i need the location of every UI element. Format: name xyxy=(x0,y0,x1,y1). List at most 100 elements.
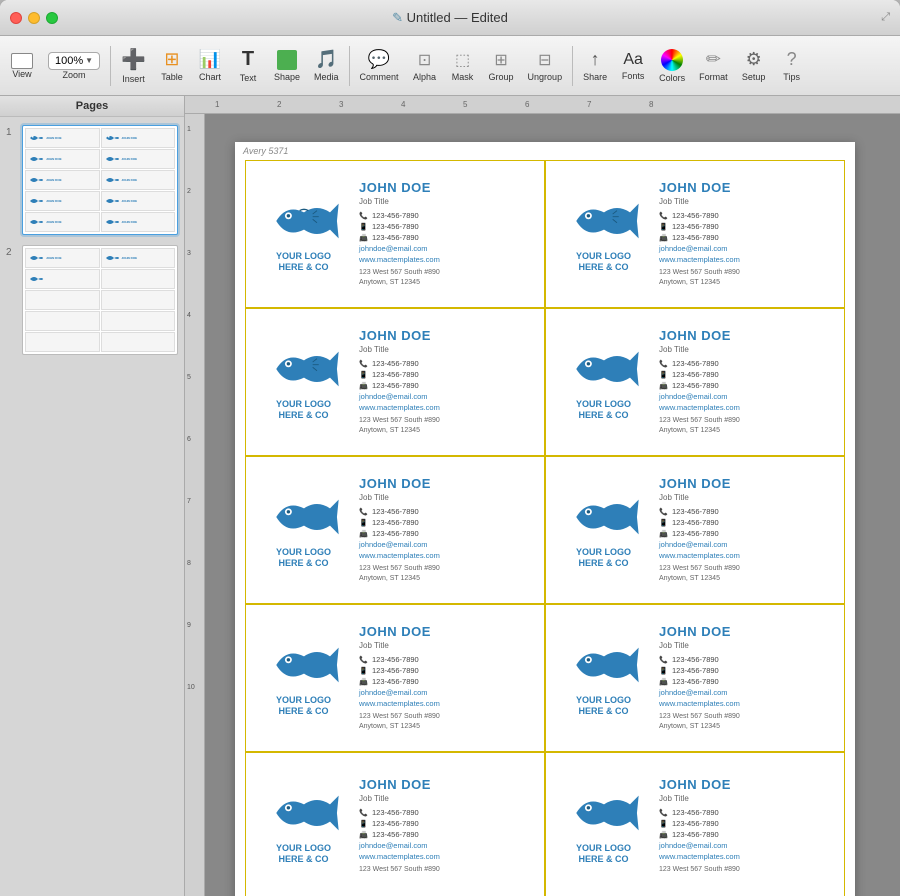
business-card-4[interactable]: YOUR LOGOHERE & CO JOHN DOE Job Title 📞1… xyxy=(545,308,845,456)
business-card-5[interactable]: YOUR LOGOHERE & CO JOHN DOE Job Title 📞1… xyxy=(245,456,545,604)
card-left-6: YOUR LOGOHERE & CO xyxy=(556,491,651,569)
zoom-display[interactable]: 100% ▼ xyxy=(48,52,100,70)
ruler-mark-1: 1 xyxy=(215,100,277,109)
page-thumbnail-1[interactable]: JOHN DOE JOHN DOE JOHN DOE xyxy=(22,125,178,235)
card-phone2-3: 📱123-456-7890 xyxy=(359,370,534,379)
setup-button[interactable]: ⚙ Setup xyxy=(736,45,772,86)
fullscreen-icon[interactable]: ⤢ xyxy=(881,11,890,24)
mask-button[interactable]: ⬚ Mask xyxy=(445,46,481,86)
card-phone2-2: 📱123-456-7890 xyxy=(659,222,834,231)
business-card-3[interactable]: YOUR LOGOHERE & CO JOHN DOE Job Title 📞1… xyxy=(245,308,545,456)
fax-icon-7: 📠 xyxy=(359,678,369,686)
fish-logo-4 xyxy=(568,343,640,395)
sidebar-pages[interactable]: 1 JOHN DOE JOHN DOE xyxy=(0,117,184,896)
business-card-10[interactable]: YOUR LOGOHERE & CO JOHN DOE Job Title 📞1… xyxy=(545,752,845,896)
card-job-5: Job Title xyxy=(359,493,534,502)
thumb-card: JOHN DOE xyxy=(25,128,100,148)
fax-icon-6: 📠 xyxy=(659,530,669,538)
page-thumb-1[interactable]: 1 JOHN DOE JOHN DOE xyxy=(6,125,178,235)
thumb-card xyxy=(25,332,100,352)
business-card-8[interactable]: YOUR LOGOHERE & CO JOHN DOE Job Title 📞1… xyxy=(545,604,845,752)
ruler-v-9: 9 xyxy=(187,622,191,629)
logo-text-3: YOUR LOGOHERE & CO xyxy=(276,399,331,421)
card-phone3-7: 📠123-456-7890 xyxy=(359,677,534,686)
thumb-card: JOHN DOE xyxy=(101,212,176,232)
close-button[interactable] xyxy=(10,12,22,24)
fullscreen-button[interactable] xyxy=(46,12,58,24)
tips-button[interactable]: ? Tips xyxy=(774,45,810,86)
mobile-icon-7: 📱 xyxy=(359,667,369,675)
minimize-button[interactable] xyxy=(28,12,40,24)
business-card-9[interactable]: YOUR LOGOHERE & CO JOHN DOE Job Title 📞1… xyxy=(245,752,545,896)
cards-grid: YOUR LOGOHERE & CO JOHN DOE Job Title 📞 … xyxy=(235,160,855,896)
chart-button[interactable]: 📊 Chart xyxy=(192,45,228,86)
mobile-icon-2: 📱 xyxy=(659,223,669,231)
document-page: Avery 5371 xyxy=(235,142,855,896)
card-phone2-5: 📱123-456-7890 xyxy=(359,518,534,527)
card-website-5: www.mactemplates.com xyxy=(359,551,534,560)
card-phone3-10: 📠123-456-7890 xyxy=(659,830,834,839)
ruler-v-1: 1 xyxy=(187,126,191,133)
card-email-5: johndoe@email.com xyxy=(359,540,534,549)
fax-icon-4: 📠 xyxy=(659,382,669,390)
business-card-1[interactable]: YOUR LOGOHERE & CO JOHN DOE Job Title 📞 … xyxy=(245,160,545,308)
text-button[interactable]: T Text xyxy=(230,44,266,87)
format-button[interactable]: ✏ Format xyxy=(693,45,734,86)
thumb-card: JOHN DOE xyxy=(101,128,176,148)
thumb-card xyxy=(101,269,176,289)
card-phone3-3: 📠123-456-7890 xyxy=(359,381,534,390)
thumb-card xyxy=(101,311,176,331)
table-button[interactable]: ⊞ Table xyxy=(154,45,190,86)
group-button[interactable]: ⊞ Group xyxy=(483,46,520,86)
share-button[interactable]: ↑ Share xyxy=(577,45,613,86)
fish-logo-10 xyxy=(568,787,640,839)
phone-icon-5: 📞 xyxy=(359,508,369,516)
canvas-area[interactable]: 1 2 3 4 5 6 7 8 1 2 3 4 5 6 xyxy=(185,96,900,896)
ruler-v-8: 8 xyxy=(187,560,191,567)
thumb-card: JOHN DOE xyxy=(101,149,176,169)
media-icon: 🎵 xyxy=(315,49,337,70)
ungroup-button[interactable]: ⊟ Ungroup xyxy=(522,46,569,86)
media-button[interactable]: 🎵 Media xyxy=(308,45,345,86)
card-website-9: www.mactemplates.com xyxy=(359,852,534,861)
business-card-2[interactable]: YOUR LOGOHERE & CO JOHN DOE Job Title 📞1… xyxy=(545,160,845,308)
card-right-4: JOHN DOE Job Title 📞123-456-7890 📱123-45… xyxy=(659,328,834,436)
phone-icon-6: 📞 xyxy=(659,508,669,516)
traffic-lights xyxy=(10,12,58,24)
card-email-1: johndoe@email.com xyxy=(359,244,534,253)
fonts-button[interactable]: Aa Fonts xyxy=(615,47,651,85)
comment-button[interactable]: 💬 Comment xyxy=(354,45,405,86)
view-button[interactable]: View xyxy=(4,49,40,83)
shape-icon xyxy=(277,50,297,70)
card-job-9: Job Title xyxy=(359,794,534,803)
card-name-3: JOHN DOE xyxy=(359,328,534,343)
group-icon: ⊞ xyxy=(494,50,507,70)
insert-button[interactable]: ➕ Insert xyxy=(115,43,152,88)
page-thumbnail-2[interactable]: JOHN DOE JOHN DOE xyxy=(22,245,178,355)
card-left-2: YOUR LOGOHERE & CO xyxy=(556,195,651,273)
card-phone2-4: 📱123-456-7890 xyxy=(659,370,834,379)
phone-icon-7: 📞 xyxy=(359,656,369,664)
card-right-2: JOHN DOE Job Title 📞123-456-7890 📱123-45… xyxy=(659,180,834,288)
card-name-9: JOHN DOE xyxy=(359,777,534,792)
card-name-4: JOHN DOE xyxy=(659,328,834,343)
ruler-marks: 1 2 3 4 5 6 7 8 xyxy=(215,100,900,109)
business-card-6[interactable]: YOUR LOGOHERE & CO JOHN DOE Job Title 📞1… xyxy=(545,456,845,604)
card-right-8: JOHN DOE Job Title 📞123-456-7890 📱123-45… xyxy=(659,624,834,732)
alpha-button[interactable]: ⊡ Alpha xyxy=(407,46,443,86)
toolbar-separator-1 xyxy=(110,46,111,86)
thumb-card xyxy=(101,332,176,352)
ruler-mark-4: 4 xyxy=(401,100,463,109)
ruler-mark-7: 7 xyxy=(587,100,649,109)
business-card-7[interactable]: YOUR LOGOHERE & CO JOHN DOE Job Title 📞1… xyxy=(245,604,545,752)
zoom-control[interactable]: 100% ▼ Zoom xyxy=(42,48,106,84)
mobile-icon: 📱 xyxy=(359,223,369,231)
ruler-v-2: 2 xyxy=(187,188,191,195)
page-thumb-2[interactable]: 2 JOHN DOE JOHN DOE xyxy=(6,245,178,355)
share-label: Share xyxy=(583,72,607,82)
card-email-4: johndoe@email.com xyxy=(659,392,834,401)
shape-button[interactable]: Shape xyxy=(268,46,306,86)
tips-icon: ? xyxy=(787,49,797,70)
colors-button[interactable]: Colors xyxy=(653,45,691,87)
tips-label: Tips xyxy=(783,72,800,82)
